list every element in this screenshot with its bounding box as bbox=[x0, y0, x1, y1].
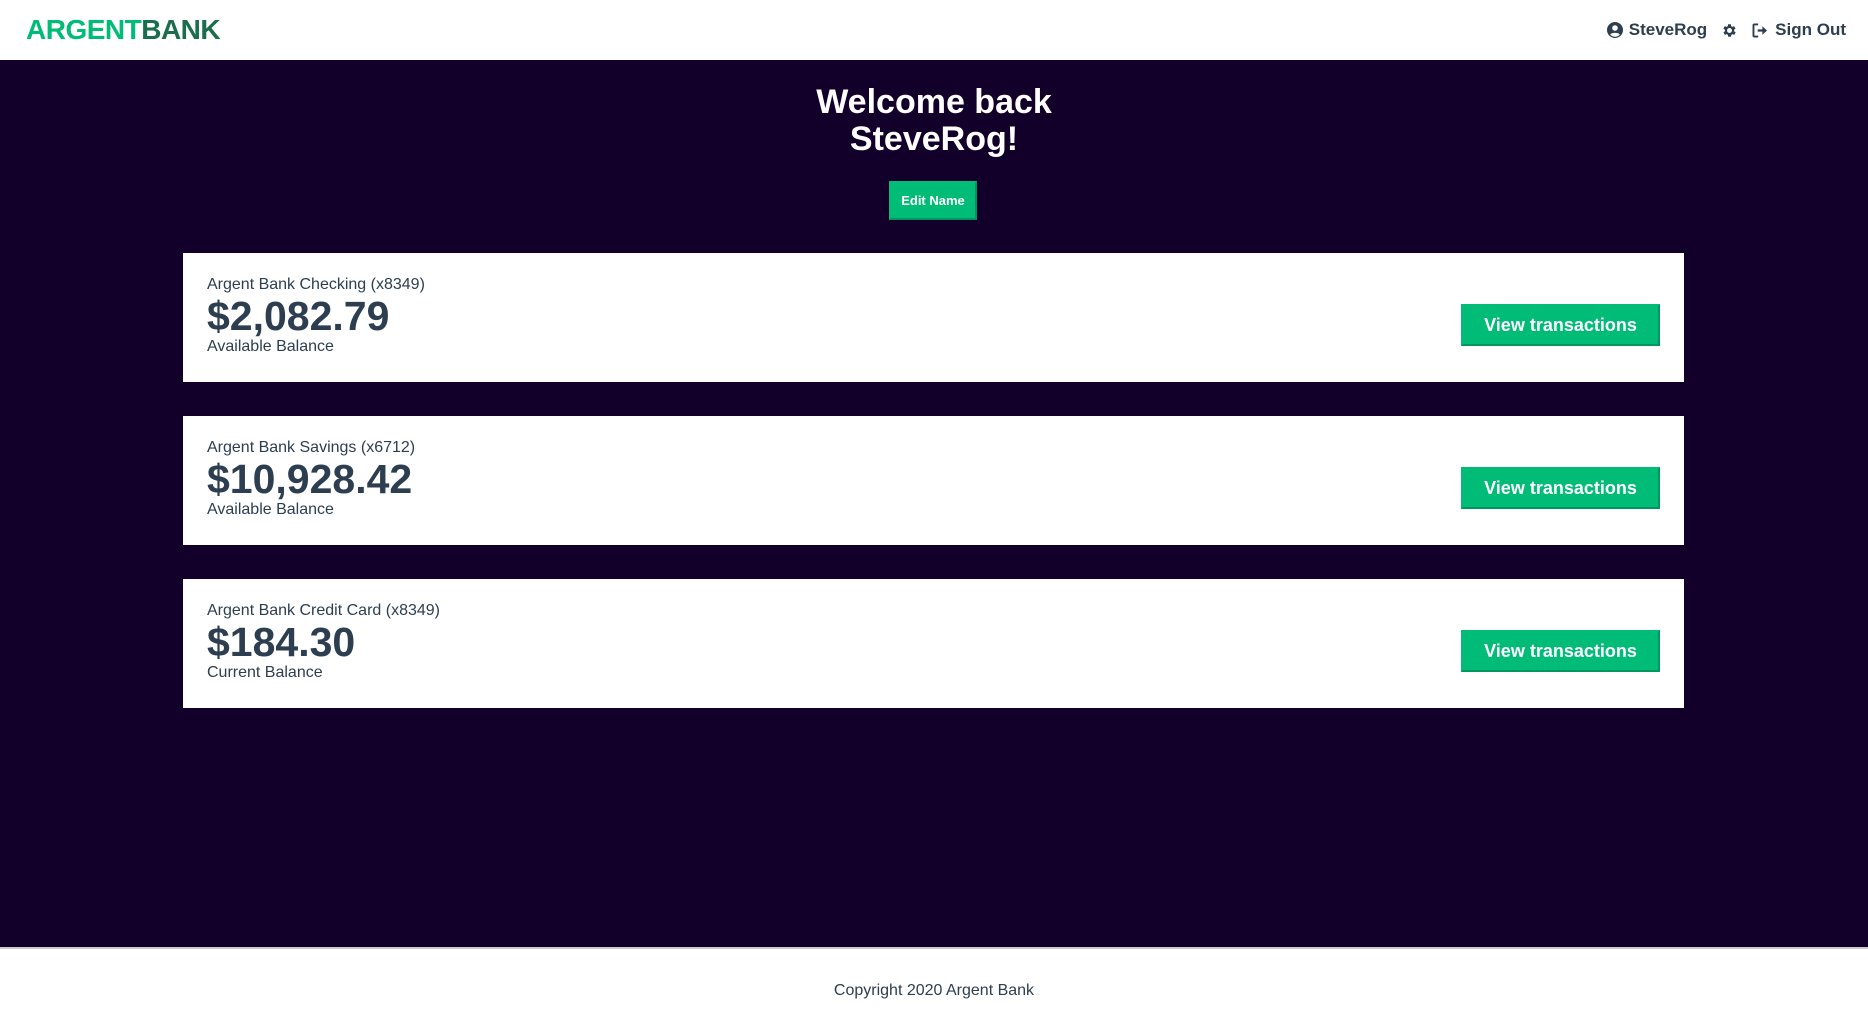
account-card-checking: Argent Bank Checking (x8349) $2,082.79 A… bbox=[183, 253, 1684, 382]
main-content: Welcome back SteveRog! Edit Name Argent … bbox=[0, 60, 1868, 947]
welcome-line-2: SteveRog! bbox=[849, 120, 1019, 158]
welcome-heading: Welcome back SteveRog! bbox=[0, 84, 1868, 158]
logo-text-bank: BANK bbox=[141, 14, 221, 45]
account-amount: $2,082.79 bbox=[207, 293, 390, 339]
profile-link[interactable]: SteveRog bbox=[1606, 20, 1708, 40]
footer: Copyright 2020 Argent Bank bbox=[0, 947, 1868, 1034]
view-transactions-button[interactable]: View transactions bbox=[1461, 467, 1660, 509]
account-amount: $10,928.42 bbox=[207, 456, 413, 502]
account-card-credit: Argent Bank Credit Card (x8349) $184.30 … bbox=[183, 579, 1684, 708]
account-balance-description: Current Balance bbox=[207, 664, 323, 681]
top-navigation: ARGENT BANK SteveRog Sign Out bbox=[0, 0, 1868, 60]
account-balance-description: Available Balance bbox=[207, 501, 334, 518]
sign-out-icon bbox=[1752, 22, 1769, 38]
username-label: SteveRog bbox=[1628, 20, 1708, 39]
account-amount: $184.30 bbox=[207, 619, 356, 665]
logo-text-argent: ARGENT bbox=[26, 14, 142, 45]
user-circle-icon bbox=[1606, 22, 1623, 38]
account-balance-description: Available Balance bbox=[207, 338, 334, 355]
account-title: Argent Bank Credit Card (x8349) bbox=[207, 602, 440, 619]
account-title: Argent Bank Checking (x8349) bbox=[207, 276, 425, 293]
copyright-text: Copyright 2020 Argent Bank bbox=[833, 982, 1035, 999]
view-transactions-button[interactable]: View transactions bbox=[1461, 630, 1660, 672]
gear-icon bbox=[1721, 22, 1738, 39]
account-title: Argent Bank Savings (x6712) bbox=[207, 439, 416, 456]
sign-out-link[interactable]: Sign Out bbox=[1752, 20, 1846, 40]
argent-bank-logo[interactable]: ARGENT BANK bbox=[26, 14, 221, 46]
view-transactions-button[interactable]: View transactions bbox=[1461, 304, 1660, 346]
settings-button[interactable] bbox=[1721, 22, 1738, 39]
account-card-savings: Argent Bank Savings (x6712) $10,928.42 A… bbox=[183, 416, 1684, 545]
nav-user-menu: SteveRog Sign Out bbox=[1606, 20, 1846, 40]
sign-out-label: Sign Out bbox=[1775, 20, 1846, 39]
welcome-line-1: Welcome back bbox=[816, 83, 1052, 121]
edit-name-button[interactable]: Edit Name bbox=[889, 181, 977, 220]
